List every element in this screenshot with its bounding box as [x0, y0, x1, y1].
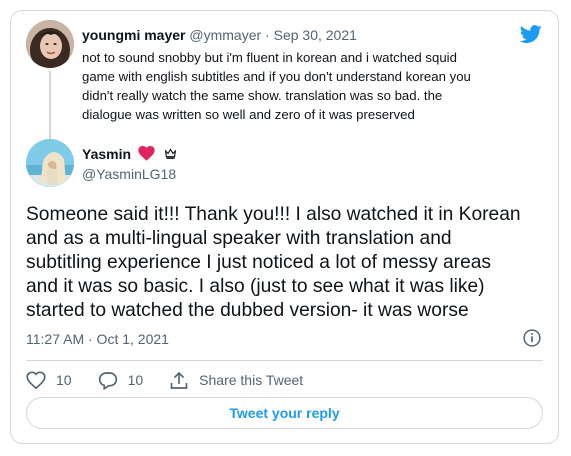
tweet-text-line: started to watched the dubbed version- i…: [26, 300, 469, 321]
avatar-yasmin[interactable]: [26, 139, 74, 187]
info-icon[interactable]: [522, 328, 542, 348]
share-label: Share this Tweet: [199, 372, 304, 388]
reply-to-handle[interactable]: @ymmayer: [189, 27, 261, 43]
reply-to-text: not to sound snobby but i'm fluent in ko…: [82, 48, 522, 124]
reply-count: 10: [127, 372, 144, 388]
embedded-tweet-card: youngmi mayer @ymmayer · Sep 30, 2021 no…: [10, 10, 559, 444]
share-icon: [170, 371, 188, 389]
tweet-your-reply-button[interactable]: Tweet your reply: [26, 397, 543, 429]
crown-icon: [164, 148, 176, 159]
like-button[interactable]: 10: [26, 370, 72, 390]
share-button[interactable]: Share this Tweet: [169, 371, 303, 390]
reply-button[interactable]: 10: [98, 371, 144, 390]
twitter-bird-icon[interactable]: [518, 23, 544, 45]
reply-to-header: youngmi mayer @ymmayer · Sep 30, 2021: [82, 27, 357, 43]
like-icon: [26, 370, 46, 389]
thread-connector: [49, 71, 51, 139]
author-handle[interactable]: @YasminLG18: [82, 166, 176, 182]
tweet-text-line: and as a multi-lingual speaker with tran…: [26, 228, 452, 249]
reply-to-text-line: dialogue was written so well and zero of…: [82, 107, 415, 122]
author-name[interactable]: Yasmin: [82, 146, 131, 162]
tweet-text-line: Someone said it!!! Thank you!!! I also w…: [26, 204, 521, 225]
tweet-text-line: subtitling experience I just noticed a l…: [26, 252, 492, 273]
like-count: 10: [56, 372, 72, 388]
reply-to-name[interactable]: youngmi mayer: [82, 27, 185, 43]
reply-to-text-line: not to sound snobby but i'm fluent in ko…: [82, 50, 457, 65]
tweet-actions: 10 10 Share this Tweet: [26, 368, 329, 392]
reply-to-date[interactable]: Sep 30, 2021: [274, 27, 357, 43]
reply-to-text-line: didn't really watch the same show. trans…: [82, 88, 443, 103]
tweet-text: Someone said it!!! Thank you!!! I also w…: [26, 203, 551, 323]
reply-to-separator: ·: [265, 27, 270, 43]
tweet-text-line: and it was so basic. I also (just to see…: [26, 276, 485, 297]
reply-icon: [98, 371, 117, 390]
tweet-timestamp[interactable]: 11:27 AM · Oct 1, 2021: [26, 331, 169, 347]
tweet-author: Yasmin: [82, 146, 177, 162]
heart-icon: [138, 146, 155, 161]
reply-to-text-line: game with english subtitles and if you d…: [82, 69, 471, 84]
avatar-youngmi-mayer[interactable]: [26, 20, 74, 68]
divider: [26, 360, 543, 361]
